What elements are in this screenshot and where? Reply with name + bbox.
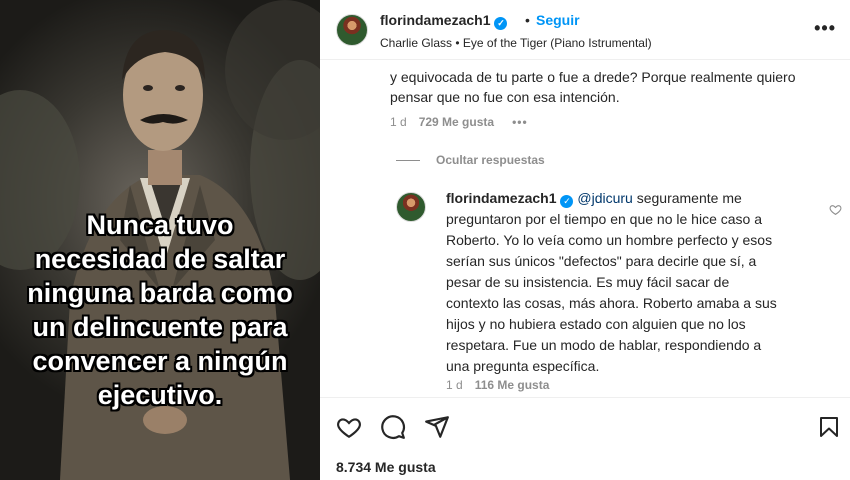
post-sidebar: florindamezach1 ✓ • Seguir Charlie Glass … — [320, 0, 850, 480]
hide-replies-line — [396, 160, 420, 162]
reply-meta: 1 d 116 Me gusta — [446, 378, 549, 392]
more-options-icon[interactable]: ••• — [814, 18, 836, 39]
reply-avatar[interactable] — [396, 192, 426, 222]
like-comment-heart-icon[interactable] — [829, 203, 842, 216]
bookmark-icon[interactable] — [817, 414, 841, 440]
reply-time: 1 d — [446, 378, 463, 392]
verified-badge-icon: ✓ — [560, 195, 574, 208]
header-username[interactable]: florindamezach1 ✓ — [380, 12, 508, 30]
hide-replies-button[interactable]: Ocultar respuestas — [396, 153, 545, 167]
reply-likes[interactable]: 116 Me gusta — [475, 378, 550, 392]
heart-icon[interactable] — [336, 414, 362, 440]
audio-track-link[interactable]: Charlie Glass • Eye of the Tiger (Piano … — [380, 36, 652, 50]
reply-mention[interactable]: @jdicuru — [577, 190, 632, 206]
reply-text: florindamezach1 ✓ @jdicuru seguramente me… — [446, 188, 782, 377]
comment-time: 1 d — [390, 115, 407, 129]
hide-replies-label[interactable]: Ocultar respuestas — [436, 153, 545, 167]
media-overlay-text: Nunca tuvo necesidad de saltar ninguna b… — [26, 209, 293, 411]
username-text[interactable]: florindamezach1 — [380, 12, 490, 28]
comment-meta: 1 d 729 Me gusta ••• — [390, 115, 528, 129]
comments-list[interactable]: y equivocada de tu parte o fue a drede? … — [320, 61, 850, 397]
post-media[interactable]: Nunca tuvo necesidad de saltar ninguna b… — [0, 0, 320, 480]
post-actions: 8.734 Me gusta — [320, 397, 850, 480]
reply-body: seguramente me preguntaron por el tiempo… — [446, 190, 777, 374]
post-header: florindamezach1 ✓ • Seguir Charlie Glass … — [320, 0, 850, 60]
comment-more-icon[interactable]: ••• — [512, 115, 528, 129]
comment-icon[interactable] — [380, 414, 406, 440]
follow-button[interactable]: Seguir — [536, 12, 580, 28]
post-likes-count[interactable]: 8.734 Me gusta — [336, 459, 436, 475]
share-icon[interactable] — [424, 414, 450, 440]
avatar[interactable] — [336, 14, 368, 46]
comment-text: y equivocada de tu parte o fue a drede? … — [390, 69, 796, 105]
verified-badge-icon: ✓ — [494, 17, 508, 30]
comment-likes[interactable]: 729 Me gusta — [419, 115, 494, 129]
header-separator: • — [525, 12, 530, 28]
reply-username[interactable]: florindamezach1 — [446, 190, 556, 206]
